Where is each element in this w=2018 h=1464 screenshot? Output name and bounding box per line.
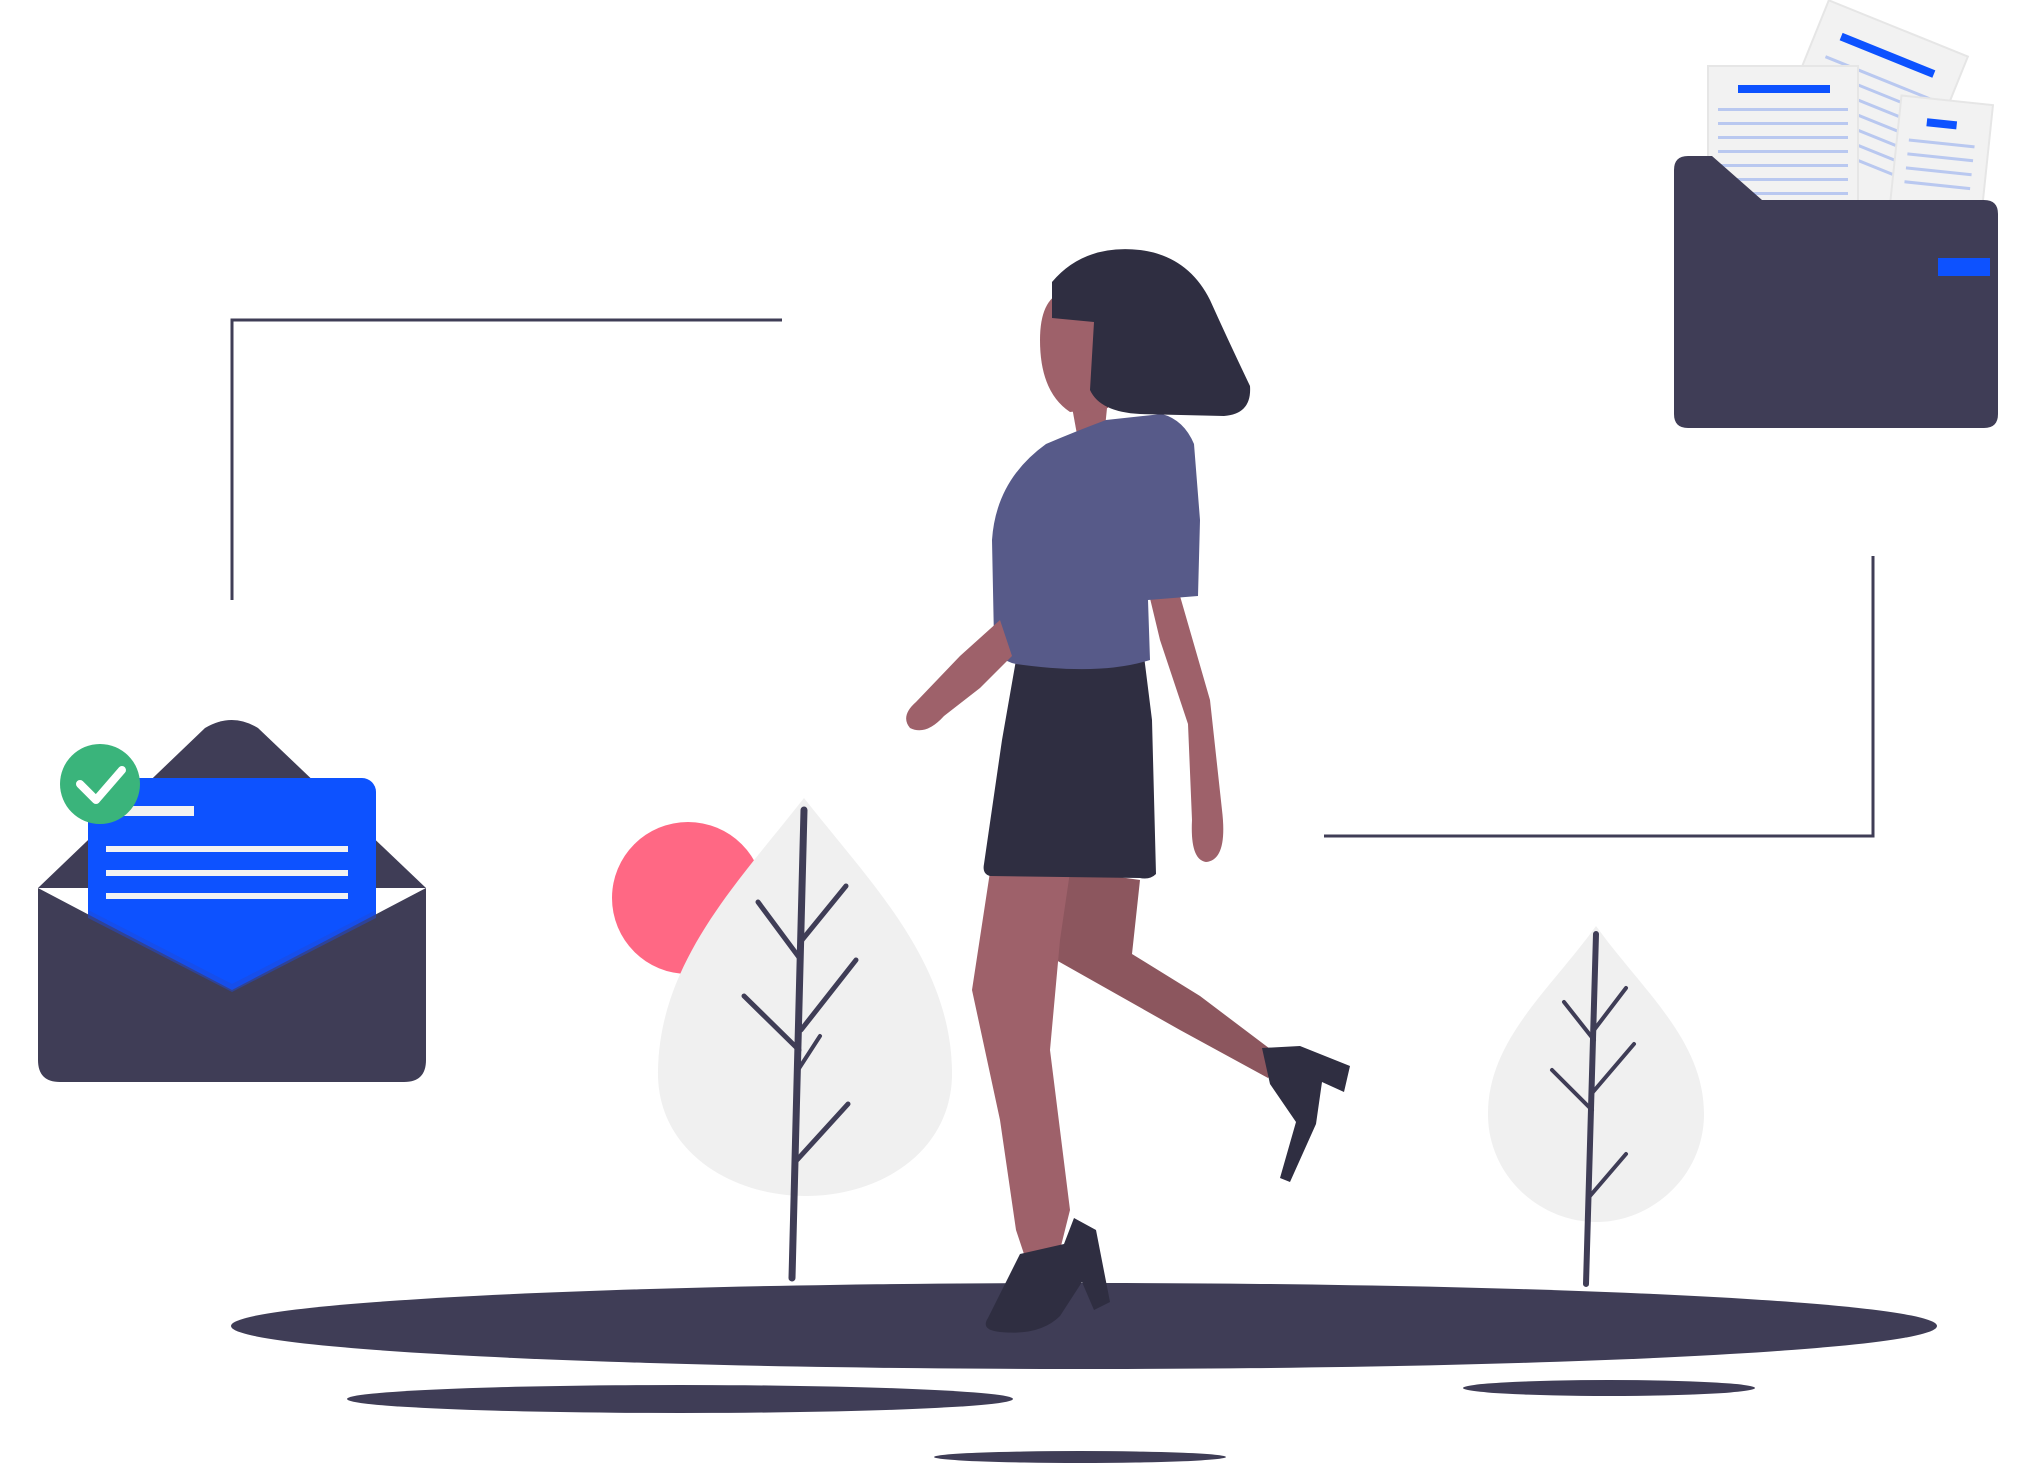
walking-woman bbox=[906, 249, 1350, 1333]
ground-left-puddle bbox=[347, 1385, 1013, 1413]
folder-with-documents-icon bbox=[1674, 0, 1998, 428]
ground-bottom-puddle bbox=[934, 1451, 1226, 1463]
illustration-stage bbox=[0, 0, 2018, 1464]
connector-line-left bbox=[230, 318, 782, 600]
woman-right-arm bbox=[1148, 590, 1224, 862]
woman-back-leg bbox=[1056, 870, 1282, 1078]
letter-line-3 bbox=[106, 893, 348, 899]
illustration-svg bbox=[38, 0, 1998, 1463]
woman-skirt bbox=[983, 656, 1156, 879]
connector-line-right bbox=[1324, 556, 1875, 838]
woman-left-arm bbox=[906, 620, 1012, 731]
tree-right bbox=[1488, 926, 1704, 1287]
ground bbox=[231, 1283, 1937, 1463]
woman-front-leg bbox=[972, 872, 1070, 1260]
folder-tab-marker bbox=[1938, 258, 1990, 276]
letter-line-1 bbox=[106, 846, 348, 852]
ground-right-puddle bbox=[1463, 1380, 1755, 1396]
woman-back-shoe bbox=[1262, 1046, 1350, 1182]
open-envelope-icon bbox=[38, 720, 426, 1082]
letter-line-2 bbox=[106, 870, 348, 876]
check-circle-icon bbox=[60, 744, 140, 824]
letter-title-line bbox=[124, 806, 194, 816]
ground-main-ellipse bbox=[231, 1283, 1937, 1369]
